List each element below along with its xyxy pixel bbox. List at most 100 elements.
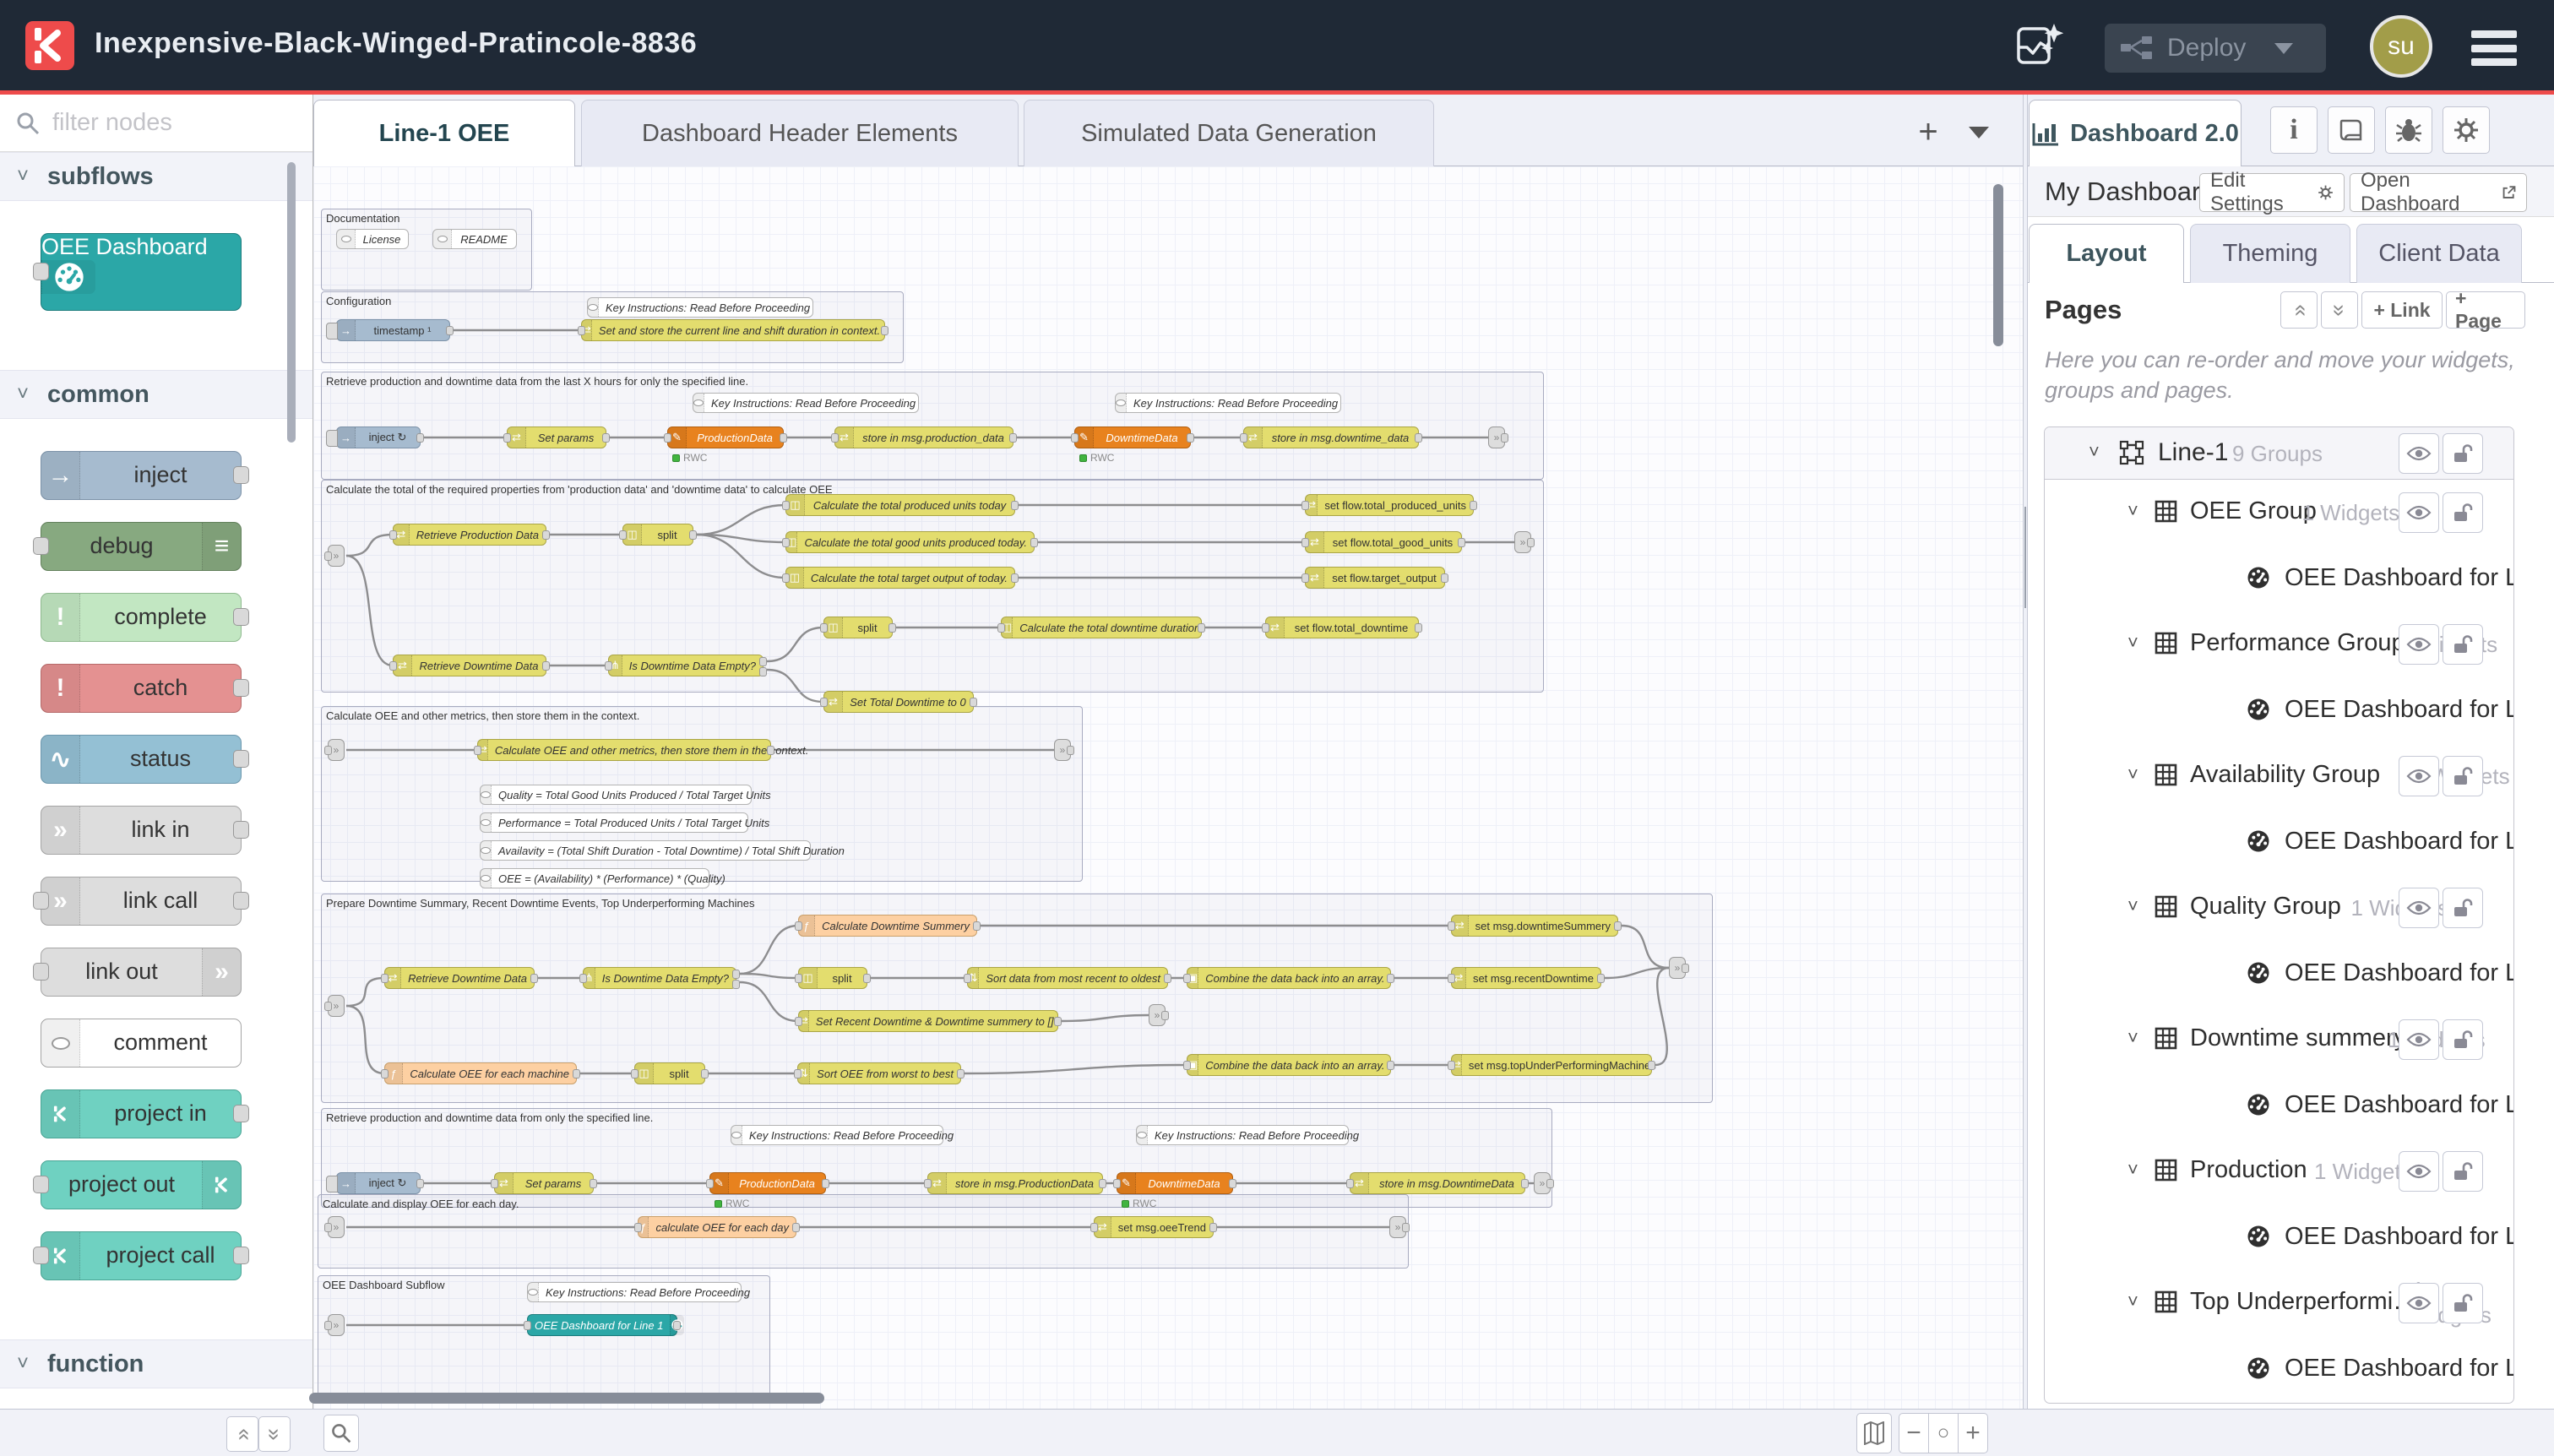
zoom-in-button[interactable]: + <box>1958 1413 1988 1453</box>
palette-collapse-categories-button[interactable]: » <box>226 1416 258 1452</box>
help-tab-button[interactable] <box>2328 106 2375 154</box>
node-func-calculate-downtime-summery[interactable]: ƒCalculate Downtime Summery <box>798 915 977 937</box>
node-tmpl-productiondata[interactable]: ✎ProductionData <box>667 426 784 448</box>
node-split-split[interactable]: ◫split <box>798 967 867 989</box>
node-sort-sort-data-from-most-recent-to-oldest[interactable]: ⇅Sort data from most recent to oldest <box>967 967 1168 989</box>
tree-widget-oee-dashboard-for-line-1[interactable]: OEE Dashboard for Line 1 <box>2045 1336 2513 1402</box>
palette-node-project-out[interactable]: project out <box>41 1160 242 1209</box>
palette-node-inject[interactable]: →inject <box>41 451 242 500</box>
node-change-retrieve-downtime-data[interactable]: ⇄Retrieve Downtime Data <box>393 655 546 676</box>
collapse-all-button[interactable]: » <box>2280 291 2318 329</box>
node-join-combine-the-data-back-into-an-array[interactable]: ▣Combine the data back into an array. <box>1187 1054 1391 1076</box>
node-linkin-linkin[interactable]: » <box>328 1216 345 1238</box>
tab-dashboard-2-0[interactable]: Dashboard 2.0 <box>2029 100 2242 167</box>
expand-all-button[interactable]: » <box>2321 291 2358 329</box>
node-change-calculate-oee-and-other-metrics-then-store[interactable]: ⇄Calculate OEE and other metrics, then s… <box>477 739 771 761</box>
node-change-store-in-msg-production-data[interactable]: ⇄store in msg.production_data <box>834 426 1013 448</box>
node-comment-key-instructions-read-before-proceeding[interactable]: Key Instructions: Read Before Proceeding <box>1115 393 1341 413</box>
lock-toggle[interactable] <box>2443 433 2483 474</box>
node-linkout-linkout[interactable]: » <box>1054 739 1071 761</box>
open-dashboard-button[interactable]: Open Dashboard <box>2350 173 2527 212</box>
tab-theming[interactable]: Theming <box>2190 224 2350 283</box>
node-change-set-flow-target-output[interactable]: ⇄set flow.target_output <box>1305 567 1445 589</box>
node-split-split[interactable]: ◫split <box>622 524 693 546</box>
zoom-reset-button[interactable]: ○ <box>1928 1413 1959 1453</box>
debug-tab-button[interactable] <box>2385 106 2432 154</box>
config-tab-button[interactable] <box>2443 106 2490 154</box>
node-func-calculate-oee-for-each-machine[interactable]: ƒCalculate OEE for each machine <box>384 1062 577 1084</box>
chevron-down-icon[interactable]: ˅ <box>2127 632 2138 654</box>
node-comment-key-instructions-read-before-proceeding[interactable]: Key Instructions: Read Before Proceeding <box>693 393 919 413</box>
node-comment-availavity-total-shift-duration-total-down[interactable]: Availavity = (Total Shift Duration - Tot… <box>480 840 811 861</box>
node-split-split[interactable]: ◫split <box>823 617 893 638</box>
palette-expand-categories-button[interactable]: » <box>258 1416 291 1452</box>
add-page-button[interactable]: + Page <box>2446 291 2525 329</box>
visibility-toggle[interactable] <box>2399 1283 2439 1323</box>
palette-node-link-call[interactable]: »link call <box>41 877 242 926</box>
node-calc-calculate-the-total-target-output-of-today[interactable]: ◫Calculate the total target output of to… <box>785 567 1015 589</box>
palette-category-common[interactable]: ˅common <box>0 370 312 419</box>
canvas-search-button[interactable] <box>323 1415 359 1452</box>
node-change-store-in-msg-downtimedata[interactable]: ⇄store in msg.DowntimeData <box>1350 1172 1525 1194</box>
palette-node-link-out[interactable]: link out» <box>41 948 242 997</box>
palette-node-comment[interactable]: comment <box>41 1019 242 1068</box>
visibility-toggle[interactable] <box>2399 1151 2439 1192</box>
node-change-set-params[interactable]: ⇄Set params <box>494 1172 594 1194</box>
node-change-set-msg-oeetrend[interactable]: ⇄set msg.oeeTrend <box>1094 1216 1214 1238</box>
visibility-toggle[interactable] <box>2399 756 2439 796</box>
tab-dashboard-header-elements[interactable]: Dashboard Header Elements <box>581 100 1019 166</box>
chevron-down-icon[interactable]: ˅ <box>2127 895 2138 917</box>
palette-search[interactable] <box>0 95 312 152</box>
palette-node-catch[interactable]: !catch <box>41 664 242 713</box>
palette-node-debug[interactable]: debug≡ <box>41 522 242 571</box>
tree-group-quality-group[interactable]: ˅Quality Group1 Widgets <box>2045 875 2513 941</box>
node-func-calculate-oee-for-each-day[interactable]: ƒcalculate OEE for each day <box>638 1216 796 1238</box>
panel-splitter[interactable] <box>2023 95 2028 1409</box>
node-linkout-linkout[interactable]: » <box>1389 1216 1406 1238</box>
info-tab-button[interactable]: i <box>2270 106 2318 154</box>
palette-node-link-in[interactable]: »link in <box>41 806 242 855</box>
tree-widget-oee-dashboard-for-line-1[interactable]: OEE Dashboard for Line 1 <box>2045 546 2513 611</box>
node-inject-timestamp[interactable]: →timestamp ¹ <box>336 319 450 341</box>
edit-settings-button[interactable]: Edit Settings <box>2199 173 2345 212</box>
tree-group-performance-group[interactable]: ˅Performance Group1 Widgets <box>2045 611 2513 677</box>
minimap-toggle-button[interactable] <box>1856 1413 1892 1453</box>
palette-scrollbar[interactable] <box>287 162 296 443</box>
node-change-retrieve-production-data[interactable]: ⇄Retrieve Production Data <box>393 524 546 546</box>
tree-group-downtime-summery[interactable]: ˅Downtime summery1 Widgets <box>2045 1007 2513 1073</box>
node-comment-key-instructions-read-before-proceeding[interactable]: Key Instructions: Read Before Proceeding <box>731 1125 943 1145</box>
palette-category-function[interactable]: ˅function <box>0 1339 312 1388</box>
node-linkin-linkin[interactable]: » <box>328 1314 345 1336</box>
tab-client-data[interactable]: Client Data <box>2356 224 2522 283</box>
node-comment-license[interactable]: License <box>336 229 409 249</box>
tree-widget-oee-dashboard-for-line-1[interactable]: OEE Dashboard for Line 1 <box>2045 809 2513 875</box>
palette-node-oee-dashboard[interactable]: OEE Dashboard <box>41 233 242 311</box>
deploy-button[interactable]: Deploy <box>2105 24 2326 73</box>
flow-group-calculate-and-display-oee-for-each-day[interactable]: Calculate and display OEE for each day. <box>318 1194 1409 1269</box>
node-change-set-flow-total-produced-units[interactable]: ⇄set flow.total_produced_units <box>1305 494 1474 516</box>
tab-line-1-oee[interactable]: Line-1 OEE <box>313 100 575 166</box>
tree-widget-oee-dashboard-for-line-1[interactable]: OEE Dashboard for Line 1 <box>2045 677 2513 743</box>
tree-group-oee-group[interactable]: ˅OEE Group1 Widgets <box>2045 480 2513 546</box>
flow-group-documentation[interactable]: Documentation <box>321 209 532 291</box>
chevron-down-icon[interactable]: ˅ <box>2127 1290 2138 1312</box>
inject-button[interactable] <box>326 1176 338 1193</box>
tab-layout[interactable]: Layout <box>2029 224 2184 283</box>
node-calc-calculate-the-total-produced-units-today[interactable]: ◫Calculate the total produced units toda… <box>785 494 1015 516</box>
tree-widget-oee-dashboard-for-line-1[interactable]: OEE Dashboard for Line 1 <box>2045 941 2513 1007</box>
tree-group-top-underperformi[interactable]: ˅Top Underperformi…1 Widgets <box>2045 1270 2513 1336</box>
lock-toggle[interactable] <box>2443 1283 2483 1323</box>
node-tmpl-downtimedata[interactable]: ✎DowntimeData <box>1117 1172 1233 1194</box>
node-change-set-recent-downtime-downtime-summery-to[interactable]: ⇄Set Recent Downtime & Downtime summery … <box>798 1010 1058 1032</box>
node-switch-is-downtime-data-empty[interactable]: ⋔Is Downtime Data Empty? <box>583 967 736 989</box>
node-calc-calculate-the-total-good-units-produced-to[interactable]: ◫Calculate the total good units produced… <box>785 531 1035 553</box>
ai-assistant-icon[interactable] <box>2013 20 2066 71</box>
flow-canvas[interactable]: DocumentationConfigurationRetrieve produ… <box>313 166 2023 1409</box>
add-flow-button[interactable]: + <box>1910 113 1947 151</box>
palette-filter-input[interactable] <box>52 109 264 137</box>
node-linkout-linkout[interactable]: » <box>1149 1004 1166 1026</box>
palette-category-subflows[interactable]: ˅subflows <box>0 152 312 201</box>
tree-widget-oee-dashboard-for-line-1[interactable]: OEE Dashboard for Line 1 <box>2045 1073 2513 1138</box>
node-change-set-total-downtime-to-0[interactable]: ⇄Set Total Downtime to 0 <box>823 691 974 713</box>
node-join-combine-the-data-back-into-an-array[interactable]: ▣Combine the data back into an array. <box>1187 967 1391 989</box>
